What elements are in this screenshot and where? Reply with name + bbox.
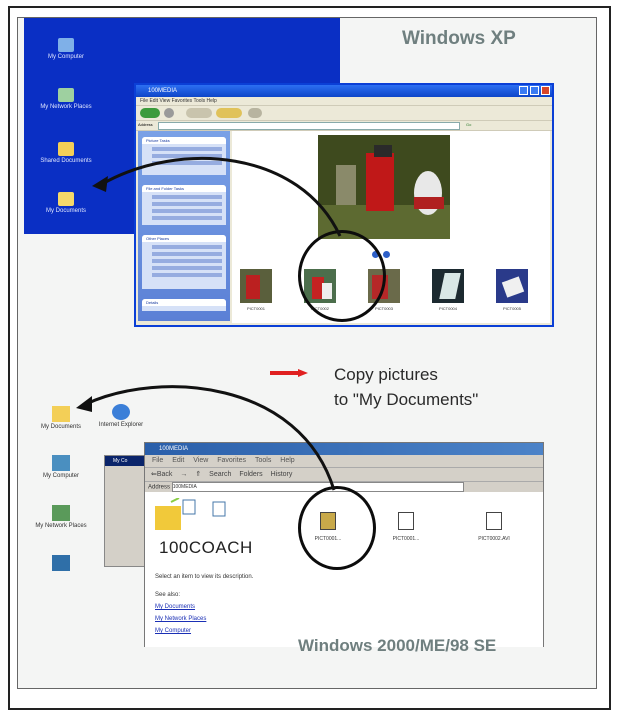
curved-arrows: [76, 156, 342, 491]
w2k-curved-arrow: [85, 385, 336, 491]
xp-arrowhead-icon: [92, 176, 108, 192]
xp-curved-arrow: [101, 156, 342, 237]
w2k-arrowhead-icon: [76, 396, 92, 412]
